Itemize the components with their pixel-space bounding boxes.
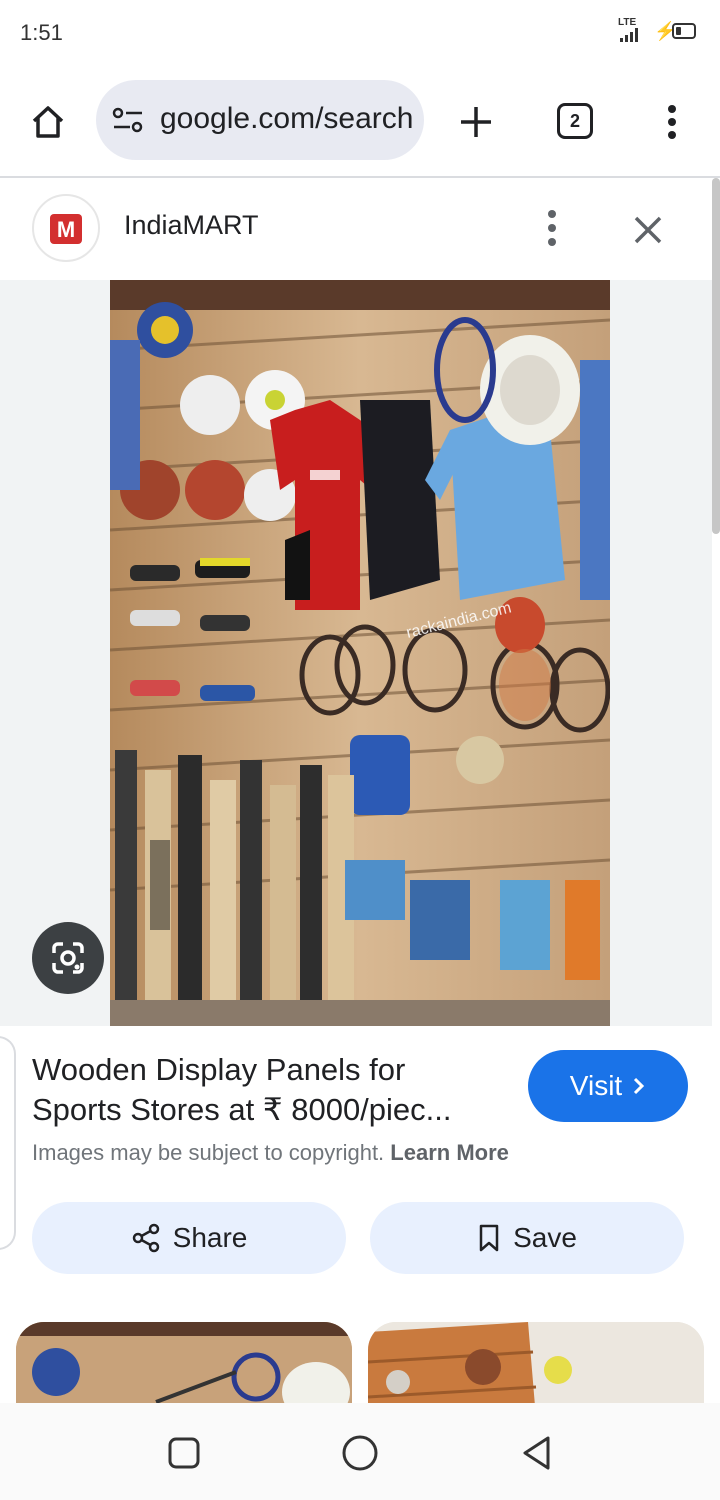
related-images [0,1306,712,1403]
home-circle-icon [342,1435,378,1471]
learn-more-link[interactable]: Learn More [390,1140,509,1165]
more-vert-icon [548,210,556,246]
related-thumb-photo-2 [368,1322,704,1403]
url-bar[interactable]: google.com/search [96,80,424,160]
indiamart-logo-icon: M [50,214,82,244]
google-lens-icon [52,942,84,974]
result-title-line1: Wooden Display Panels for [32,1052,406,1087]
share-button[interactable]: Share [32,1202,346,1274]
more-vert-icon [668,105,676,139]
home-icon [32,106,64,138]
save-label: Save [513,1222,577,1253]
image-panel-header: M IndiaMART [0,178,712,280]
tab-switcher-button[interactable]: 2 [552,100,598,142]
related-image-1[interactable] [16,1322,352,1403]
signal-icon: LTE [618,18,646,44]
url-text: google.com/search [160,102,414,135]
copyright-notice: Images may be subject to copyright. Lear… [32,1140,509,1166]
image-preview-area: rackaindia.com [0,280,712,1026]
side-peek-card[interactable] [0,1036,16,1250]
status-time: 1:51 [20,20,63,45]
status-icons: LTE ⚡ [618,18,700,44]
network-type-label: LTE [618,17,637,28]
new-tab-button[interactable] [452,98,500,146]
back-triangle-icon [523,1436,550,1470]
recents-icon [168,1437,200,1469]
visit-label: Visit [569,1070,623,1101]
panel-more-button[interactable] [532,206,572,250]
sports-store-photo: rackaindia.com [110,280,610,1026]
related-image-2[interactable] [368,1322,704,1403]
browser-menu-button[interactable] [652,96,692,148]
result-title-line2: Sports Stores at ₹ 8000/piec... [32,1092,452,1127]
chevron-right-icon [634,1077,645,1095]
tab-count: 2 [557,103,593,139]
back-button[interactable] [516,1433,556,1473]
new-tab-icon [461,107,491,137]
browser-toolbar: google.com/search 2 [0,66,720,176]
scrollbar-thumb[interactable] [712,178,720,534]
google-lens-button[interactable] [32,922,104,994]
status-bar: 1:51 LTE ⚡ [0,0,720,66]
bookmark-icon [479,1224,499,1252]
system-nav-bar [0,1403,720,1500]
recents-button[interactable] [164,1433,204,1473]
copyright-text: Images may be subject to copyright. [32,1140,385,1165]
save-button[interactable]: Save [370,1202,684,1274]
home-button[interactable] [24,98,72,146]
site-logo[interactable]: M [32,194,100,262]
related-thumb-photo-1 [16,1322,352,1403]
site-name[interactable]: IndiaMART [124,210,259,241]
battery-icon: ⚡ [654,21,700,41]
share-icon [132,1223,159,1253]
home-nav-button[interactable] [340,1433,380,1473]
site-settings-icon[interactable] [112,106,144,134]
result-title[interactable]: Wooden Display Panels for Sports Stores … [32,1050,502,1130]
result-info: Wooden Display Panels for Sports Stores … [0,1026,712,1306]
visit-button[interactable]: Visit [528,1050,688,1122]
logo-letter: M [57,217,75,242]
share-label: Share [172,1222,248,1253]
close-panel-button[interactable] [624,206,672,254]
result-image[interactable]: rackaindia.com [110,280,610,1026]
close-icon [634,216,662,244]
